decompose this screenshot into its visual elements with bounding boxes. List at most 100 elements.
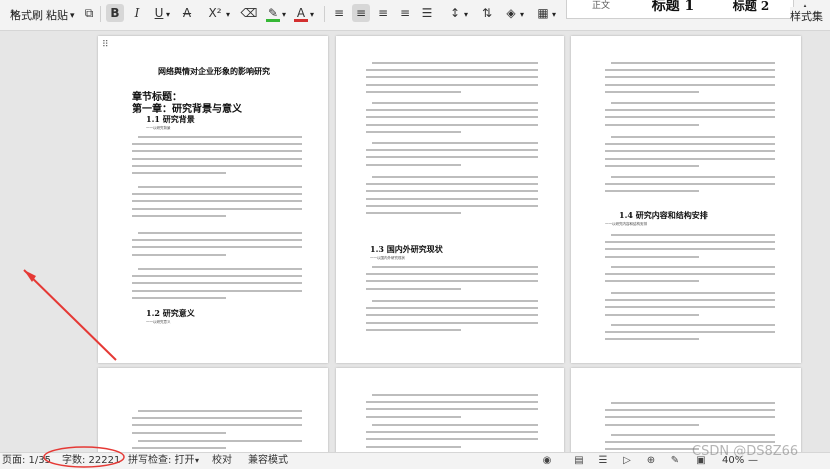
- text-line: [366, 109, 538, 112]
- eye-protection-icon[interactable]: ◉: [540, 454, 554, 468]
- document-page[interactable]: ⠿ 网络舆情对企业形象的影响研究 章节标题： 第一章：研究背景与意义 1.1 研…: [98, 36, 328, 363]
- text-line: [605, 241, 775, 244]
- highlight-color-bar: [266, 19, 280, 22]
- text-line: [132, 164, 302, 167]
- align-right-icon[interactable]: ≡: [374, 4, 392, 22]
- text-line: [132, 296, 226, 299]
- text-line: [366, 69, 538, 72]
- text-line: [366, 149, 538, 152]
- document-page[interactable]: [571, 368, 801, 452]
- highlight-dropdown-icon[interactable]: ▾: [282, 5, 286, 25]
- text-line: [372, 102, 538, 104]
- page-indicator[interactable]: 页面: 1/35: [2, 454, 51, 468]
- superscript-button[interactable]: X²: [204, 4, 226, 22]
- copy-icon[interactable]: ⧉: [80, 4, 98, 22]
- drag-handle-icon[interactable]: ⠿: [102, 40, 109, 50]
- style-set-button[interactable]: 样式集: [790, 7, 830, 27]
- document-canvas[interactable]: ⠿ 网络舆情对企业形象的影响研究 章节标题： 第一章：研究背景与意义 1.1 研…: [0, 31, 830, 452]
- sort-icon[interactable]: ⇅: [478, 4, 496, 22]
- watermark: CSDN @DS8Z66: [692, 444, 799, 459]
- font-color-button[interactable]: A: [292, 4, 310, 22]
- proofread-button[interactable]: 校对: [212, 454, 232, 468]
- web-view-icon[interactable]: ⊕: [644, 454, 658, 468]
- text-line: [366, 90, 461, 93]
- distributed-align-icon[interactable]: ☰: [418, 4, 436, 22]
- compatibility-mode: 兼容模式: [248, 455, 288, 466]
- page-view-icon[interactable]: ☰: [596, 454, 610, 468]
- line-spacing-dropdown-icon[interactable]: ▾: [464, 5, 468, 25]
- text-line: [138, 440, 302, 442]
- text-line: [605, 123, 699, 126]
- text-line: [372, 300, 538, 302]
- pen-icon[interactable]: ✎: [668, 454, 682, 468]
- text-line: [372, 176, 538, 178]
- line-spacing-icon[interactable]: ↕: [446, 4, 464, 22]
- text-line: [366, 287, 461, 290]
- text-line: [366, 431, 538, 434]
- shading-icon[interactable]: ◈: [502, 4, 520, 22]
- style-heading-2[interactable]: 标题 2: [713, 0, 789, 18]
- text-line: [605, 423, 699, 426]
- text-line: [372, 424, 538, 426]
- bold-button[interactable]: B: [106, 4, 124, 22]
- paste-dropdown-icon[interactable]: ▾: [70, 6, 75, 26]
- text-line: [132, 200, 302, 203]
- text-line: [132, 447, 226, 450]
- style-normal[interactable]: 正文: [573, 0, 629, 18]
- text-line: [605, 441, 775, 444]
- text-line: [366, 415, 461, 418]
- text-line: [138, 410, 302, 412]
- strikethrough-button[interactable]: A: [178, 4, 196, 22]
- document-page[interactable]: 1.3 国内外研究现状 一一以国内外研究现状: [336, 36, 564, 363]
- text-line: [138, 268, 302, 270]
- format-painter-button[interactable]: 格式刷: [10, 6, 43, 26]
- text-line: [132, 239, 302, 242]
- text-line: [366, 156, 538, 159]
- italic-button[interactable]: I: [128, 4, 146, 22]
- document-page[interactable]: 1.4 研究内容和结构安排 一一以研究内容和结构安排: [571, 36, 801, 363]
- text-line: [605, 255, 699, 258]
- text-line: [366, 163, 461, 166]
- text-line: [132, 275, 302, 278]
- text-line: [605, 248, 775, 251]
- text-line: [366, 321, 538, 324]
- text-line: [605, 313, 699, 316]
- word-count[interactable]: 字数: 22221: [62, 454, 120, 468]
- borders-icon[interactable]: ▦: [534, 4, 552, 22]
- text-line: [366, 190, 538, 193]
- text-line: [132, 207, 302, 210]
- text-line: [366, 116, 538, 119]
- borders-dropdown-icon[interactable]: ▾: [552, 5, 556, 25]
- superscript-dropdown-icon[interactable]: ▾: [226, 5, 230, 25]
- document-page[interactable]: [336, 368, 564, 452]
- document-page[interactable]: [98, 368, 328, 452]
- text-line: [132, 253, 226, 256]
- style-heading-1[interactable]: 标题 1: [635, 0, 711, 18]
- paste-button[interactable]: 粘贴: [46, 6, 68, 26]
- text-line: [611, 234, 775, 236]
- text-line: [605, 183, 775, 186]
- text-line: [366, 438, 538, 441]
- shading-dropdown-icon[interactable]: ▾: [520, 5, 524, 25]
- font-color-dropdown-icon[interactable]: ▾: [310, 5, 314, 25]
- eraser-icon[interactable]: ⌫: [240, 4, 258, 22]
- text-line: [132, 157, 302, 160]
- text-line: [605, 448, 699, 451]
- text-line: [605, 273, 775, 276]
- text-line: [366, 401, 538, 404]
- section-1-1-note: 一一以研究背景: [146, 126, 171, 130]
- justify-icon[interactable]: ≡: [396, 4, 414, 22]
- align-center-icon[interactable]: ≡: [352, 4, 370, 22]
- highlight-button[interactable]: ✎: [264, 4, 282, 22]
- text-line: [605, 150, 775, 153]
- spellcheck-dropdown-icon[interactable]: ▾: [195, 454, 199, 468]
- play-icon[interactable]: ▷: [620, 454, 634, 468]
- divider: [100, 6, 101, 22]
- underline-dropdown-icon[interactable]: ▾: [166, 5, 170, 25]
- text-line: [132, 193, 302, 196]
- read-mode-icon[interactable]: ▤: [572, 454, 586, 468]
- text-line: [611, 136, 775, 138]
- text-line: [611, 102, 775, 104]
- spellcheck-status[interactable]: 拼写检查: 打开: [128, 454, 195, 468]
- align-left-icon[interactable]: ≡: [330, 4, 348, 22]
